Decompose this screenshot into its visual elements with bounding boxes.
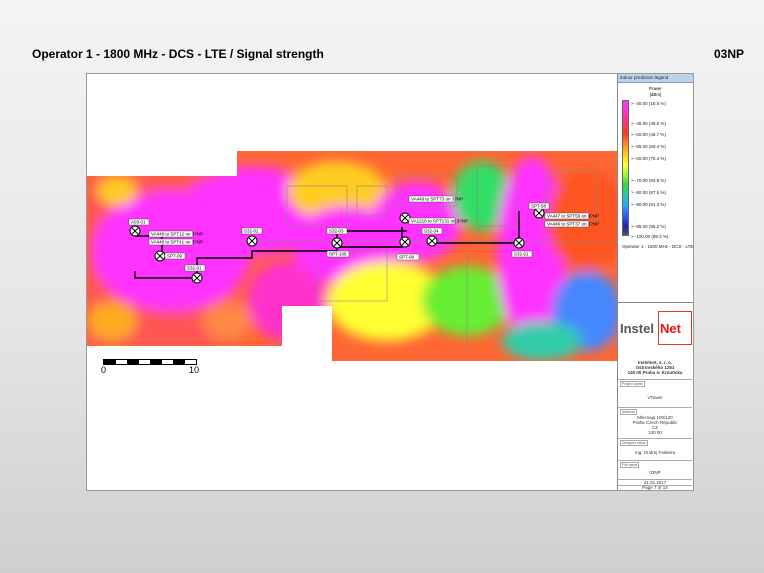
legend-entry: > -60.00 (75.4 %) — [631, 156, 666, 161]
legend-color-bar — [622, 100, 629, 236]
title-block: Instel Net Instelnet, s. r. o. Ostrovské… — [617, 302, 693, 490]
callout-label: VA449 to SPT41 on 3?NP — [151, 240, 203, 245]
callout-label: VA447 to SPT58 on 3?NP — [547, 214, 599, 219]
antenna-label: A03-01 — [131, 220, 146, 225]
legend-entry: > -70.00 (83.8 %) — [631, 178, 666, 183]
coverage-heatmap: A03-01 VA448 to SPT12 on 3?NP VA449 to S… — [87, 151, 617, 361]
antenna-label: S32-01 — [514, 252, 529, 257]
page-value: Page 7 of 14 — [642, 485, 668, 490]
legend-unit-line: [dBm] — [649, 92, 662, 97]
callout-label: VA446 to SPT37 on 3?NP — [547, 222, 599, 227]
legend-entry: > -55.00 (60.4 %) — [631, 144, 666, 149]
scale-bar: 0 10 — [101, 359, 203, 383]
antenna-label: SPT-08 — [399, 255, 415, 260]
callout-label: VA449 to SPT73 on 3?NP — [411, 197, 463, 202]
logo-left-text: Instel — [620, 321, 654, 336]
legend-title: Power [dBm] — [618, 86, 693, 98]
legend-entry: > -95.00 (95.2 %) — [631, 224, 666, 229]
legend-entry: > -100.00 (98.3 %) — [631, 234, 669, 239]
legend-entry: > -45.00 (38.5 %) — [631, 121, 666, 126]
antenna-label: S32-04 — [424, 229, 439, 234]
legend-footer: Operator 1 - 1800 MHz - DCS - LTE — [622, 244, 694, 249]
instelnet-logo: Instel Net — [620, 309, 692, 349]
legend-header: Indoor prediction legend — [618, 74, 693, 83]
company-line: 140 00 Praha 4- Krouticka — [627, 370, 683, 375]
antenna-label: SPT-09 — [167, 254, 183, 259]
logo-right-text: Net — [660, 321, 681, 336]
scale-max-label: 10 — [189, 365, 200, 375]
slide-code: 03NP — [713, 47, 744, 61]
project-value: VTower — [647, 395, 663, 400]
callout-label: VA448 to SPT12 on 3?NP — [151, 232, 203, 237]
drawing-sheet: A03-01 VA448 to SPT12 on 3?NP VA449 to S… — [86, 73, 694, 491]
antenna-label: S32-01 — [187, 266, 202, 271]
antenna-label: S32-03 — [329, 229, 344, 234]
file-value: 03NP — [649, 470, 661, 475]
address-line: 140 00 — [648, 430, 662, 435]
antenna-label: S32-02 — [244, 229, 259, 234]
designer-label: Designer name — [620, 440, 648, 446]
antenna-label: SPT-58 — [531, 204, 547, 209]
legend-entry: > -50.00 (46.7 %) — [631, 132, 666, 137]
legend-entry: > -40.00 (18.5 %) — [631, 101, 666, 106]
project-label: Project name — [620, 381, 645, 387]
legend-entry: > -80.00 (87.5 %) — [631, 190, 666, 195]
file-label: File name — [620, 462, 640, 468]
slide-title: Operator 1 - 1800 MHz - DCS - LTE / Sign… — [32, 47, 324, 61]
antenna-label: SPT-106 — [329, 252, 347, 257]
prediction-legend: Indoor prediction legend Power [dBm] > -… — [617, 74, 693, 302]
callout-label: VA1216 to SPT131 on 3?NP — [411, 219, 468, 224]
legend-entry: > -90.00 (91.3 %) — [631, 202, 666, 207]
designer-value: Ing. Ondrej Fankera — [634, 450, 676, 455]
scale-min-label: 0 — [101, 365, 107, 375]
